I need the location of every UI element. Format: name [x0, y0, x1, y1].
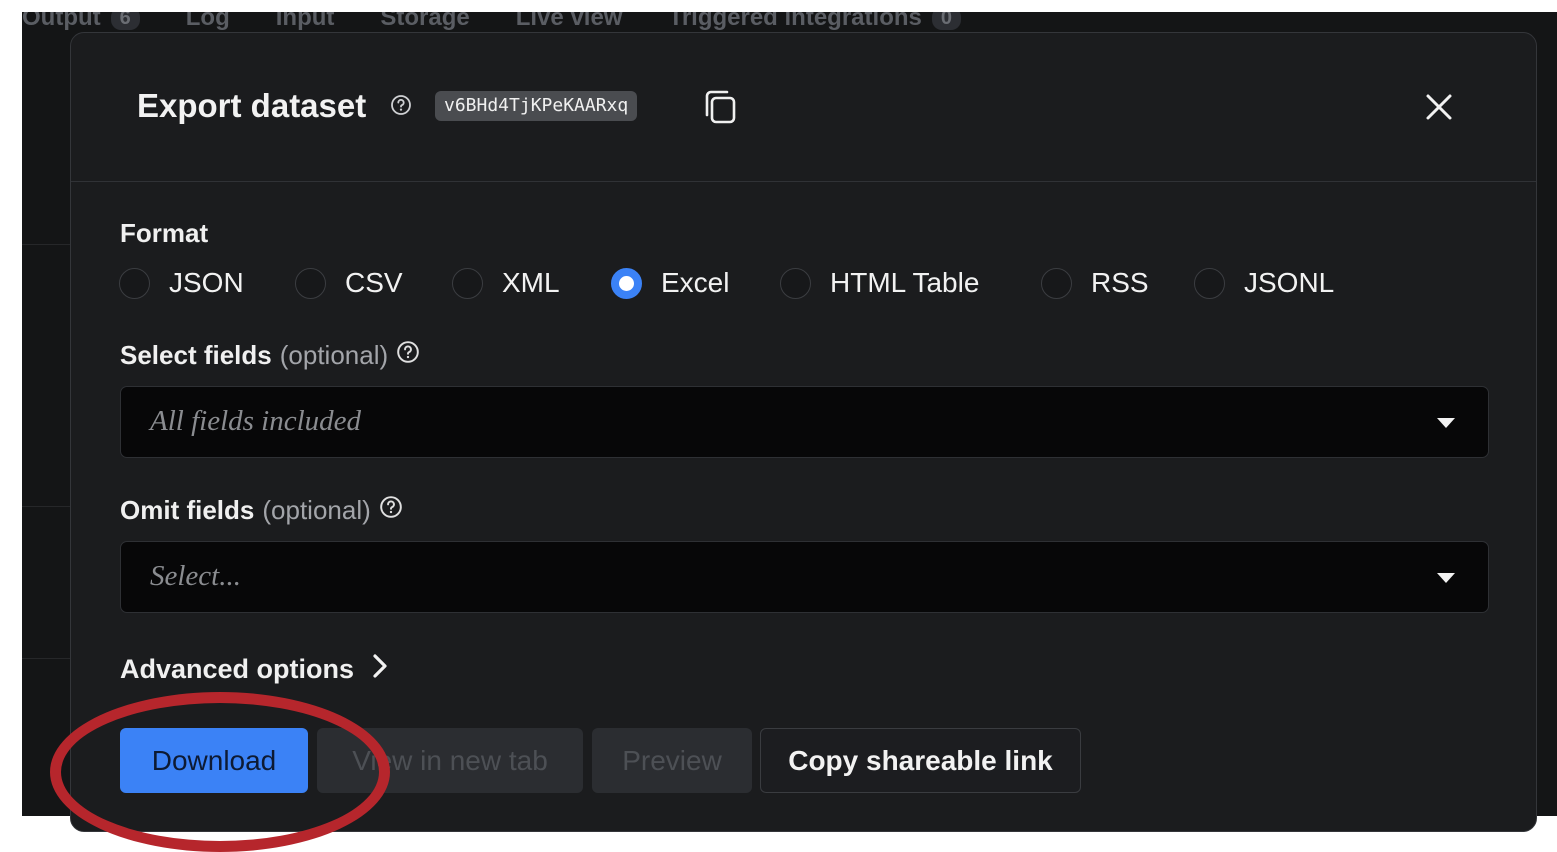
- bg-tab-label: Log: [185, 12, 230, 31]
- dataset-id-badge: v6BHd4TjKPeKAARxq: [435, 91, 638, 121]
- radio-rss[interactable]: RSS: [1041, 267, 1149, 299]
- preview-button[interactable]: Preview: [592, 728, 752, 793]
- bg-tab-badge: 0: [931, 12, 961, 30]
- radio-label: RSS: [1091, 267, 1149, 298]
- radio-xml[interactable]: XML: [452, 267, 560, 299]
- bg-tab-label: Input: [275, 12, 335, 31]
- download-button[interactable]: Download: [120, 728, 308, 793]
- format-label: Format: [120, 218, 208, 249]
- copy-icon[interactable]: [703, 89, 739, 132]
- advanced-options-toggle[interactable]: Advanced options: [120, 653, 388, 686]
- format-label-text: Format: [120, 218, 209, 248]
- omit-fields-placeholder: Select...: [150, 560, 241, 592]
- select-fields-label-text: Select fields: [120, 340, 272, 370]
- radio-jsonl[interactable]: JSONL: [1194, 267, 1334, 299]
- select-fields-dropdown[interactable]: All fields included: [120, 386, 1489, 458]
- optional-text: (optional): [279, 340, 389, 370]
- radio-circle[interactable]: [1041, 267, 1072, 299]
- caret-down-icon: [1437, 418, 1455, 428]
- help-icon[interactable]: [379, 495, 403, 526]
- radio-label: Excel: [661, 267, 730, 298]
- optional-text: (optional): [262, 495, 371, 525]
- bg-tab-label: Live view: [515, 12, 623, 31]
- omit-fields-label-text: Omit fields: [120, 495, 255, 525]
- bg-tab-label: Triggered integrations: [668, 12, 922, 31]
- help-icon[interactable]: [396, 340, 420, 371]
- radio-label: JSONL: [1244, 267, 1335, 298]
- omit-fields-label: Omit fields (optional): [120, 495, 403, 526]
- radio-circle[interactable]: [119, 267, 150, 299]
- bg-tab-badge: 6: [110, 12, 140, 30]
- caret-down-icon: [1437, 573, 1455, 583]
- export-dataset-modal: Export dataset v6BHd4TjKPeKAARxq Format …: [70, 32, 1537, 832]
- radio-html-table[interactable]: HTML Table: [780, 267, 979, 299]
- radio-label: CSV: [345, 267, 403, 298]
- modal-title: Export dataset: [137, 87, 367, 124]
- radio-circle[interactable]: [780, 267, 811, 299]
- advanced-options-label: Advanced options: [120, 654, 355, 684]
- bg-tab-label: Output: [22, 12, 101, 31]
- view-in-new-tab-button[interactable]: View in new tab: [317, 728, 583, 793]
- select-fields-label: Select fields (optional): [120, 340, 420, 371]
- omit-fields-dropdown[interactable]: Select...: [120, 541, 1489, 613]
- bg-tab-label: Storage: [380, 12, 470, 31]
- radio-excel[interactable]: Excel: [611, 267, 729, 299]
- chevron-right-icon: [372, 653, 388, 686]
- radio-circle[interactable]: [1194, 267, 1225, 299]
- help-icon[interactable]: [390, 94, 412, 121]
- radio-label: JSON: [169, 267, 244, 298]
- radio-circle[interactable]: [295, 267, 326, 299]
- radio-json[interactable]: JSON: [119, 267, 244, 299]
- radio-label: XML: [502, 267, 560, 298]
- modal-header: Export dataset v6BHd4TjKPeKAARxq: [71, 33, 1536, 182]
- radio-circle-selected[interactable]: [611, 267, 642, 299]
- radio-label: HTML Table: [830, 267, 980, 298]
- radio-circle[interactable]: [452, 267, 483, 299]
- close-icon[interactable]: [1423, 91, 1455, 128]
- copy-shareable-link-button[interactable]: Copy shareable link: [760, 728, 1081, 793]
- select-fields-placeholder: All fields included: [150, 405, 362, 437]
- radio-csv[interactable]: CSV: [295, 267, 403, 299]
